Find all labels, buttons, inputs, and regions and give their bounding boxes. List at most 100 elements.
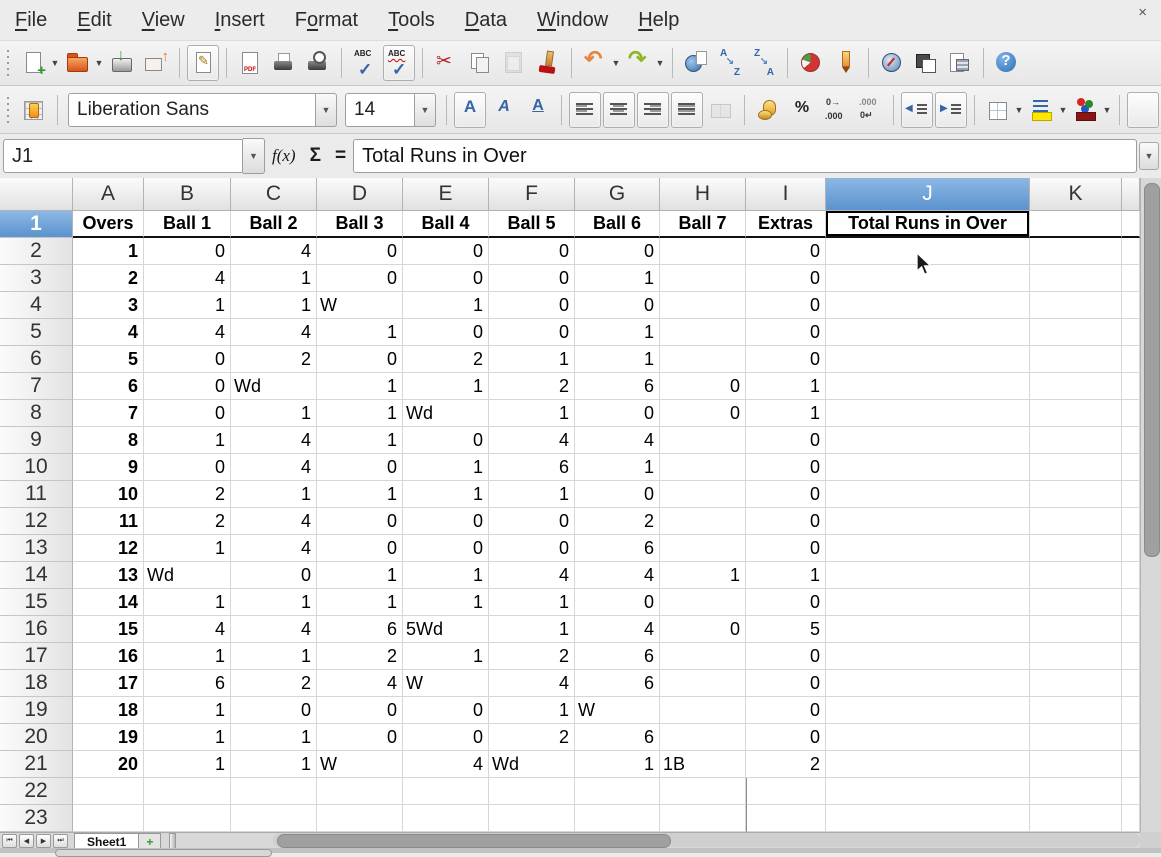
cell-X8[interactable] — [1122, 400, 1140, 427]
row-header-23[interactable]: 23 — [0, 805, 73, 832]
cell-D19[interactable]: 0 — [317, 697, 403, 724]
cell-J5[interactable] — [826, 319, 1030, 346]
cell-X17[interactable] — [1122, 643, 1140, 670]
cell-G3[interactable]: 1 — [575, 265, 660, 292]
cell-X3[interactable] — [1122, 265, 1140, 292]
cell-C3[interactable]: 1 — [231, 265, 317, 292]
menu-format[interactable]: Format — [280, 9, 373, 32]
cell-G10[interactable]: 1 — [575, 454, 660, 481]
cell-K3[interactable] — [1030, 265, 1122, 292]
cell-K19[interactable] — [1030, 697, 1122, 724]
vertical-scrollbar[interactable] — [1140, 178, 1161, 832]
cell-J23[interactable] — [826, 805, 1030, 832]
cell-F23[interactable] — [489, 805, 575, 832]
open-button[interactable] — [62, 45, 94, 81]
cell-E11[interactable]: 1 — [403, 481, 489, 508]
cell-F16[interactable]: 1 — [489, 616, 575, 643]
underline-button[interactable] — [522, 92, 554, 128]
cell-H6[interactable] — [660, 346, 746, 373]
cell-K14[interactable] — [1030, 562, 1122, 589]
cell-D3[interactable]: 0 — [317, 265, 403, 292]
cell-A6[interactable]: 5 — [73, 346, 144, 373]
cell-H4[interactable] — [660, 292, 746, 319]
borders-button[interactable] — [982, 92, 1014, 128]
cell-I7[interactable]: 1 — [746, 373, 826, 400]
cell-B16[interactable]: 4 — [144, 616, 231, 643]
cell-J20[interactable] — [826, 724, 1030, 751]
cell-K23[interactable] — [1030, 805, 1122, 832]
cell-A13[interactable]: 12 — [73, 535, 144, 562]
cell-A12[interactable]: 11 — [73, 508, 144, 535]
cell-X7[interactable] — [1122, 373, 1140, 400]
font-name-input[interactable] — [68, 93, 316, 127]
cell-B9[interactable]: 1 — [144, 427, 231, 454]
cell-I6[interactable]: 0 — [746, 346, 826, 373]
cut-button[interactable] — [430, 45, 462, 81]
cell-I18[interactable]: 0 — [746, 670, 826, 697]
last-sheet-icon[interactable]: ⏭ — [53, 834, 68, 848]
cell-F21[interactable]: Wd — [489, 751, 575, 778]
cell-E7[interactable]: 1 — [403, 373, 489, 400]
cell-F8[interactable]: 1 — [489, 400, 575, 427]
function-wizard-icon[interactable]: f(x) — [272, 146, 296, 166]
cell-G1[interactable]: Ball 6 — [575, 211, 660, 238]
row-header-3[interactable]: 3 — [0, 265, 73, 292]
cell-X10[interactable] — [1122, 454, 1140, 481]
cell-G13[interactable]: 6 — [575, 535, 660, 562]
cell-K6[interactable] — [1030, 346, 1122, 373]
cell-I12[interactable]: 0 — [746, 508, 826, 535]
cell-K11[interactable] — [1030, 481, 1122, 508]
cell-I2[interactable]: 0 — [746, 238, 826, 265]
styles-button[interactable] — [18, 92, 50, 128]
cell-E2[interactable]: 0 — [403, 238, 489, 265]
cell-C18[interactable]: 2 — [231, 670, 317, 697]
cell-J22[interactable] — [826, 778, 1030, 805]
cell-A14[interactable]: 13 — [73, 562, 144, 589]
cell-E14[interactable]: 1 — [403, 562, 489, 589]
cell-A19[interactable]: 18 — [73, 697, 144, 724]
cell-X21[interactable] — [1122, 751, 1140, 778]
sort-ascending-button[interactable]: ↘ — [714, 45, 746, 81]
cell-B5[interactable]: 4 — [144, 319, 231, 346]
menu-view[interactable]: View — [127, 9, 200, 32]
row-header-16[interactable]: 16 — [0, 616, 73, 643]
open-dropdown-icon[interactable]: ▼ — [93, 58, 105, 68]
sum-icon[interactable]: Σ — [310, 145, 321, 167]
cell-E5[interactable]: 0 — [403, 319, 489, 346]
cell-A20[interactable]: 19 — [73, 724, 144, 751]
cell-I13[interactable]: 0 — [746, 535, 826, 562]
row-header-1[interactable]: 1 — [0, 211, 73, 238]
cell-F3[interactable]: 0 — [489, 265, 575, 292]
print-button[interactable] — [268, 45, 300, 81]
cell-F7[interactable]: 2 — [489, 373, 575, 400]
percent-button[interactable] — [786, 92, 818, 128]
cell-I4[interactable]: 0 — [746, 292, 826, 319]
cell-I16[interactable]: 5 — [746, 616, 826, 643]
cell-C13[interactable]: 4 — [231, 535, 317, 562]
cell-E13[interactable]: 0 — [403, 535, 489, 562]
cell-J18[interactable] — [826, 670, 1030, 697]
cell-H2[interactable] — [660, 238, 746, 265]
help-button[interactable] — [991, 45, 1023, 81]
cell-I10[interactable]: 0 — [746, 454, 826, 481]
cell-X15[interactable] — [1122, 589, 1140, 616]
align-center-button[interactable] — [603, 92, 635, 128]
cell-X23[interactable] — [1122, 805, 1140, 832]
font-size-input[interactable] — [345, 93, 415, 127]
cell-I17[interactable]: 0 — [746, 643, 826, 670]
cell-A8[interactable]: 7 — [73, 400, 144, 427]
horizontal-scrollbar-thumb[interactable] — [277, 834, 671, 848]
close-icon[interactable]: × — [1138, 4, 1147, 21]
cell-E12[interactable]: 0 — [403, 508, 489, 535]
row-header-22[interactable]: 22 — [0, 778, 73, 805]
currency-button[interactable] — [752, 92, 784, 128]
cell-K1[interactable] — [1030, 211, 1122, 238]
cell-B21[interactable]: 1 — [144, 751, 231, 778]
cell-B15[interactable]: 1 — [144, 589, 231, 616]
sort-descending-button[interactable]: ↘ — [748, 45, 780, 81]
row-header-6[interactable]: 6 — [0, 346, 73, 373]
cell-X2[interactable] — [1122, 238, 1140, 265]
cell-X5[interactable] — [1122, 319, 1140, 346]
cell-G19[interactable]: W — [575, 697, 660, 724]
row-header-4[interactable]: 4 — [0, 292, 73, 319]
